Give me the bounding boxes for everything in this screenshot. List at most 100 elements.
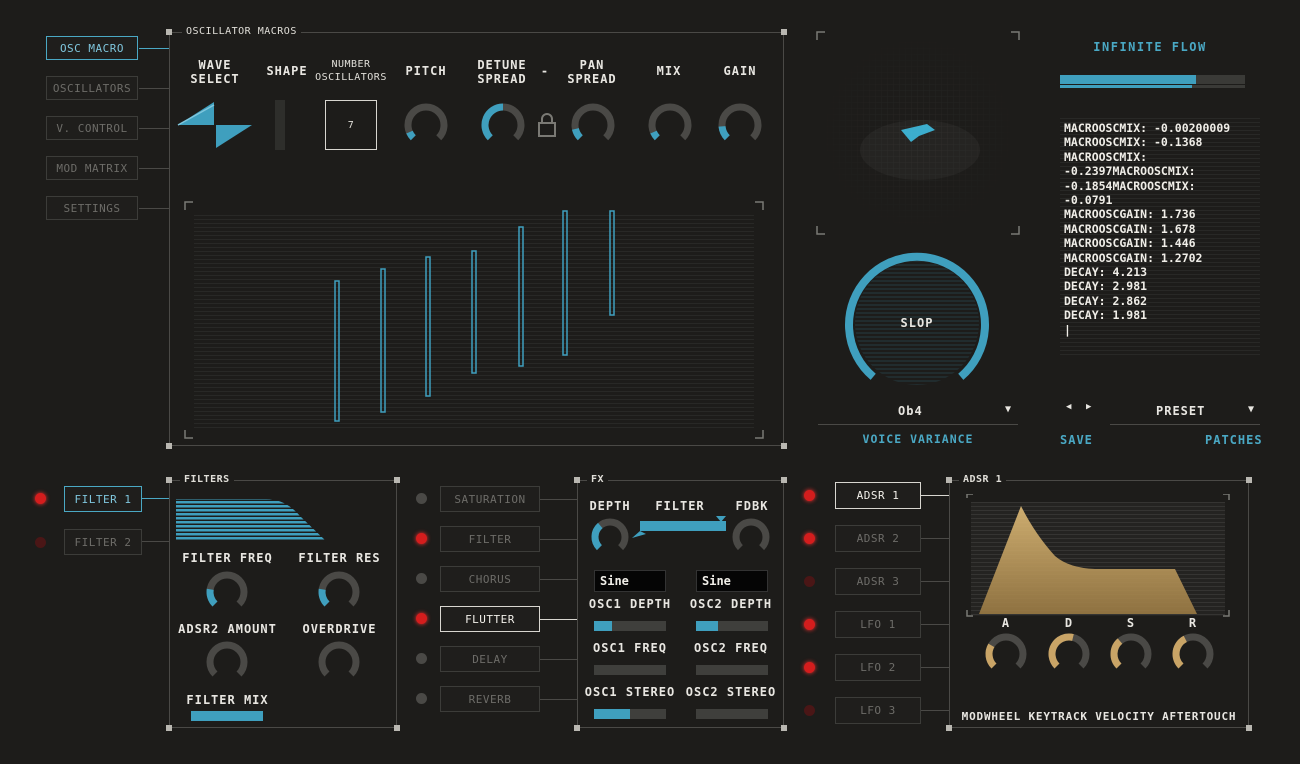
adsr-d-label: D <box>1064 616 1074 630</box>
nav-item-label: OSC MACRO <box>59 41 125 55</box>
osc1-stereo-slider[interactable] <box>594 709 666 719</box>
mod-adsr3-led[interactable] <box>804 576 815 587</box>
mod-adsr-3-tab[interactable]: ADSR 3 <box>835 568 921 595</box>
wave-select-icon[interactable] <box>176 100 256 150</box>
mod-lfo-1-tab[interactable]: LFO 1 <box>835 611 921 638</box>
fx-reverb-button[interactable]: REVERB <box>440 686 540 712</box>
osc1-freq-slider[interactable] <box>594 665 666 675</box>
oscillator-bar <box>334 280 340 422</box>
filter1-tab[interactable]: FILTER 1 <box>64 486 142 512</box>
fx-delay-button[interactable]: DELAY <box>440 646 540 672</box>
pan-spread-knob[interactable] <box>570 102 616 148</box>
mod-lfo1-led[interactable] <box>804 619 815 630</box>
gain-knob[interactable] <box>717 102 763 148</box>
mod-lfo3-led[interactable] <box>804 705 815 716</box>
filter1-power-led[interactable] <box>35 493 46 504</box>
adsr-sustain-knob[interactable] <box>1109 632 1153 676</box>
adsr-release-knob[interactable] <box>1171 632 1215 676</box>
osc2-stereo-label: OSC2 STEREO <box>685 685 777 699</box>
patches-button[interactable]: PATCHES <box>1205 433 1263 447</box>
osc1-wave-select[interactable]: Sine <box>594 570 666 592</box>
filter2-power-led[interactable] <box>35 537 46 548</box>
adsr-r-label: R <box>1188 616 1198 630</box>
nav-item-osc-macro[interactable]: OSC MACRO <box>46 36 138 60</box>
filter2-tab[interactable]: FILTER 2 <box>64 529 142 555</box>
fx-chorus-button[interactable]: CHORUS <box>440 566 540 592</box>
fx-saturation-button[interactable]: SATURATION <box>440 486 540 512</box>
voice-variance-select[interactable]: Ob4 ▼ <box>818 402 1018 422</box>
mod-adsr2-led[interactable] <box>804 533 815 544</box>
adsr-decay-knob[interactable] <box>1047 632 1091 676</box>
osc-macros-title: OSCILLATOR MACROS <box>182 26 301 37</box>
fx-depth-knob[interactable] <box>590 517 630 557</box>
lock-icon[interactable] <box>537 112 557 138</box>
fx-filter-slider[interactable] <box>632 516 728 538</box>
xy-pad[interactable] <box>815 30 1021 236</box>
detune-spread-knob[interactable] <box>480 102 526 148</box>
mod-adsr1-led[interactable] <box>804 490 815 501</box>
mod-adsr-1-tab[interactable]: ADSR 1 <box>835 482 921 509</box>
mod-item-label: ADSR 1 <box>856 489 900 502</box>
oscillator-bar <box>562 210 568 356</box>
filter-mix-slider[interactable] <box>191 711 263 721</box>
voice-variance-value: Ob4 <box>898 404 923 418</box>
oscillator-bar <box>518 226 524 367</box>
nav-item-mod-matrix[interactable]: MOD MATRIX <box>46 156 138 180</box>
shape-label: SHAPE <box>266 64 308 78</box>
osc2-depth-label: OSC2 DEPTH <box>689 597 773 611</box>
save-button[interactable]: SAVE <box>1060 433 1093 447</box>
infinite-flow-meter <box>1060 75 1245 89</box>
mod-item-label: LFO 2 <box>860 661 896 674</box>
fx-item-label: CHORUS <box>468 572 512 586</box>
console-line: DECAY: 2.981 <box>1064 279 1148 294</box>
fx-chorus-led[interactable] <box>416 573 427 584</box>
shape-slider[interactable] <box>275 100 285 150</box>
nav-item-v-control[interactable]: V. CONTROL <box>46 116 138 140</box>
osc2-stereo-slider[interactable] <box>696 709 768 719</box>
nav-item-label: SETTINGS <box>63 201 121 215</box>
fx-filter-button[interactable]: FILTER <box>440 526 540 552</box>
osc1-freq-label: OSC1 FREQ <box>592 641 668 655</box>
osc2-freq-slider[interactable] <box>696 665 768 675</box>
adsr2-amount-knob[interactable] <box>205 640 249 684</box>
adsr-attack-knob[interactable] <box>984 632 1028 676</box>
pitch-knob[interactable] <box>403 102 449 148</box>
nav-item-label: V. CONTROL <box>56 121 128 135</box>
mod-lfo-2-tab[interactable]: LFO 2 <box>835 654 921 681</box>
fx-filter-led[interactable] <box>416 533 427 544</box>
filter-res-knob[interactable] <box>317 570 361 614</box>
fx-saturation-led[interactable] <box>416 493 427 504</box>
nav-item-oscillators[interactable]: OSCILLATORS <box>46 76 138 100</box>
fx-flutter-led[interactable] <box>416 613 427 624</box>
adsr-envelope-graph <box>966 494 1230 617</box>
fx-item-label: SATURATION <box>454 492 526 506</box>
dash-label: - <box>540 64 550 78</box>
number-oscillators-box[interactable]: 7 <box>325 100 377 150</box>
mix-knob[interactable] <box>647 102 693 148</box>
osc2-wave-value: Sine <box>702 574 731 588</box>
preset-next-button[interactable]: ▶ <box>1086 402 1092 412</box>
filter1-tab-label: FILTER 1 <box>74 492 132 506</box>
adsr-a-label: A <box>1001 616 1011 630</box>
fx-item-label: DELAY <box>472 652 508 666</box>
console-log: MACROOSCMIX: -0.00200009 MACROOSCMIX: -0.… <box>1060 118 1260 358</box>
filter-response-graph <box>176 499 326 541</box>
mod-adsr-2-tab[interactable]: ADSR 2 <box>835 525 921 552</box>
console-line: DECAY: 2.862 <box>1064 293 1148 308</box>
fx-fdbk-knob[interactable] <box>731 517 771 557</box>
osc1-depth-slider[interactable] <box>594 621 666 631</box>
preset-select[interactable]: PRESET ▼ <box>1110 404 1260 424</box>
mod-lfo-3-tab[interactable]: LFO 3 <box>835 697 921 724</box>
fx-delay-led[interactable] <box>416 653 427 664</box>
osc2-depth-slider[interactable] <box>696 621 768 631</box>
mod-lfo2-led[interactable] <box>804 662 815 673</box>
overdrive-knob[interactable] <box>317 640 361 684</box>
osc2-wave-select[interactable]: Sine <box>696 570 768 592</box>
filter-freq-knob[interactable] <box>205 570 249 614</box>
fx-flutter-button[interactable]: FLUTTER <box>440 606 540 632</box>
preset-prev-button[interactable]: ◀ <box>1066 402 1072 412</box>
console-line: MACROOSCMIX: -0.00200009 <box>1064 121 1231 135</box>
nav-item-settings[interactable]: SETTINGS <box>46 196 138 220</box>
osc2-freq-label: OSC2 FREQ <box>693 641 769 655</box>
fx-reverb-led[interactable] <box>416 693 427 704</box>
